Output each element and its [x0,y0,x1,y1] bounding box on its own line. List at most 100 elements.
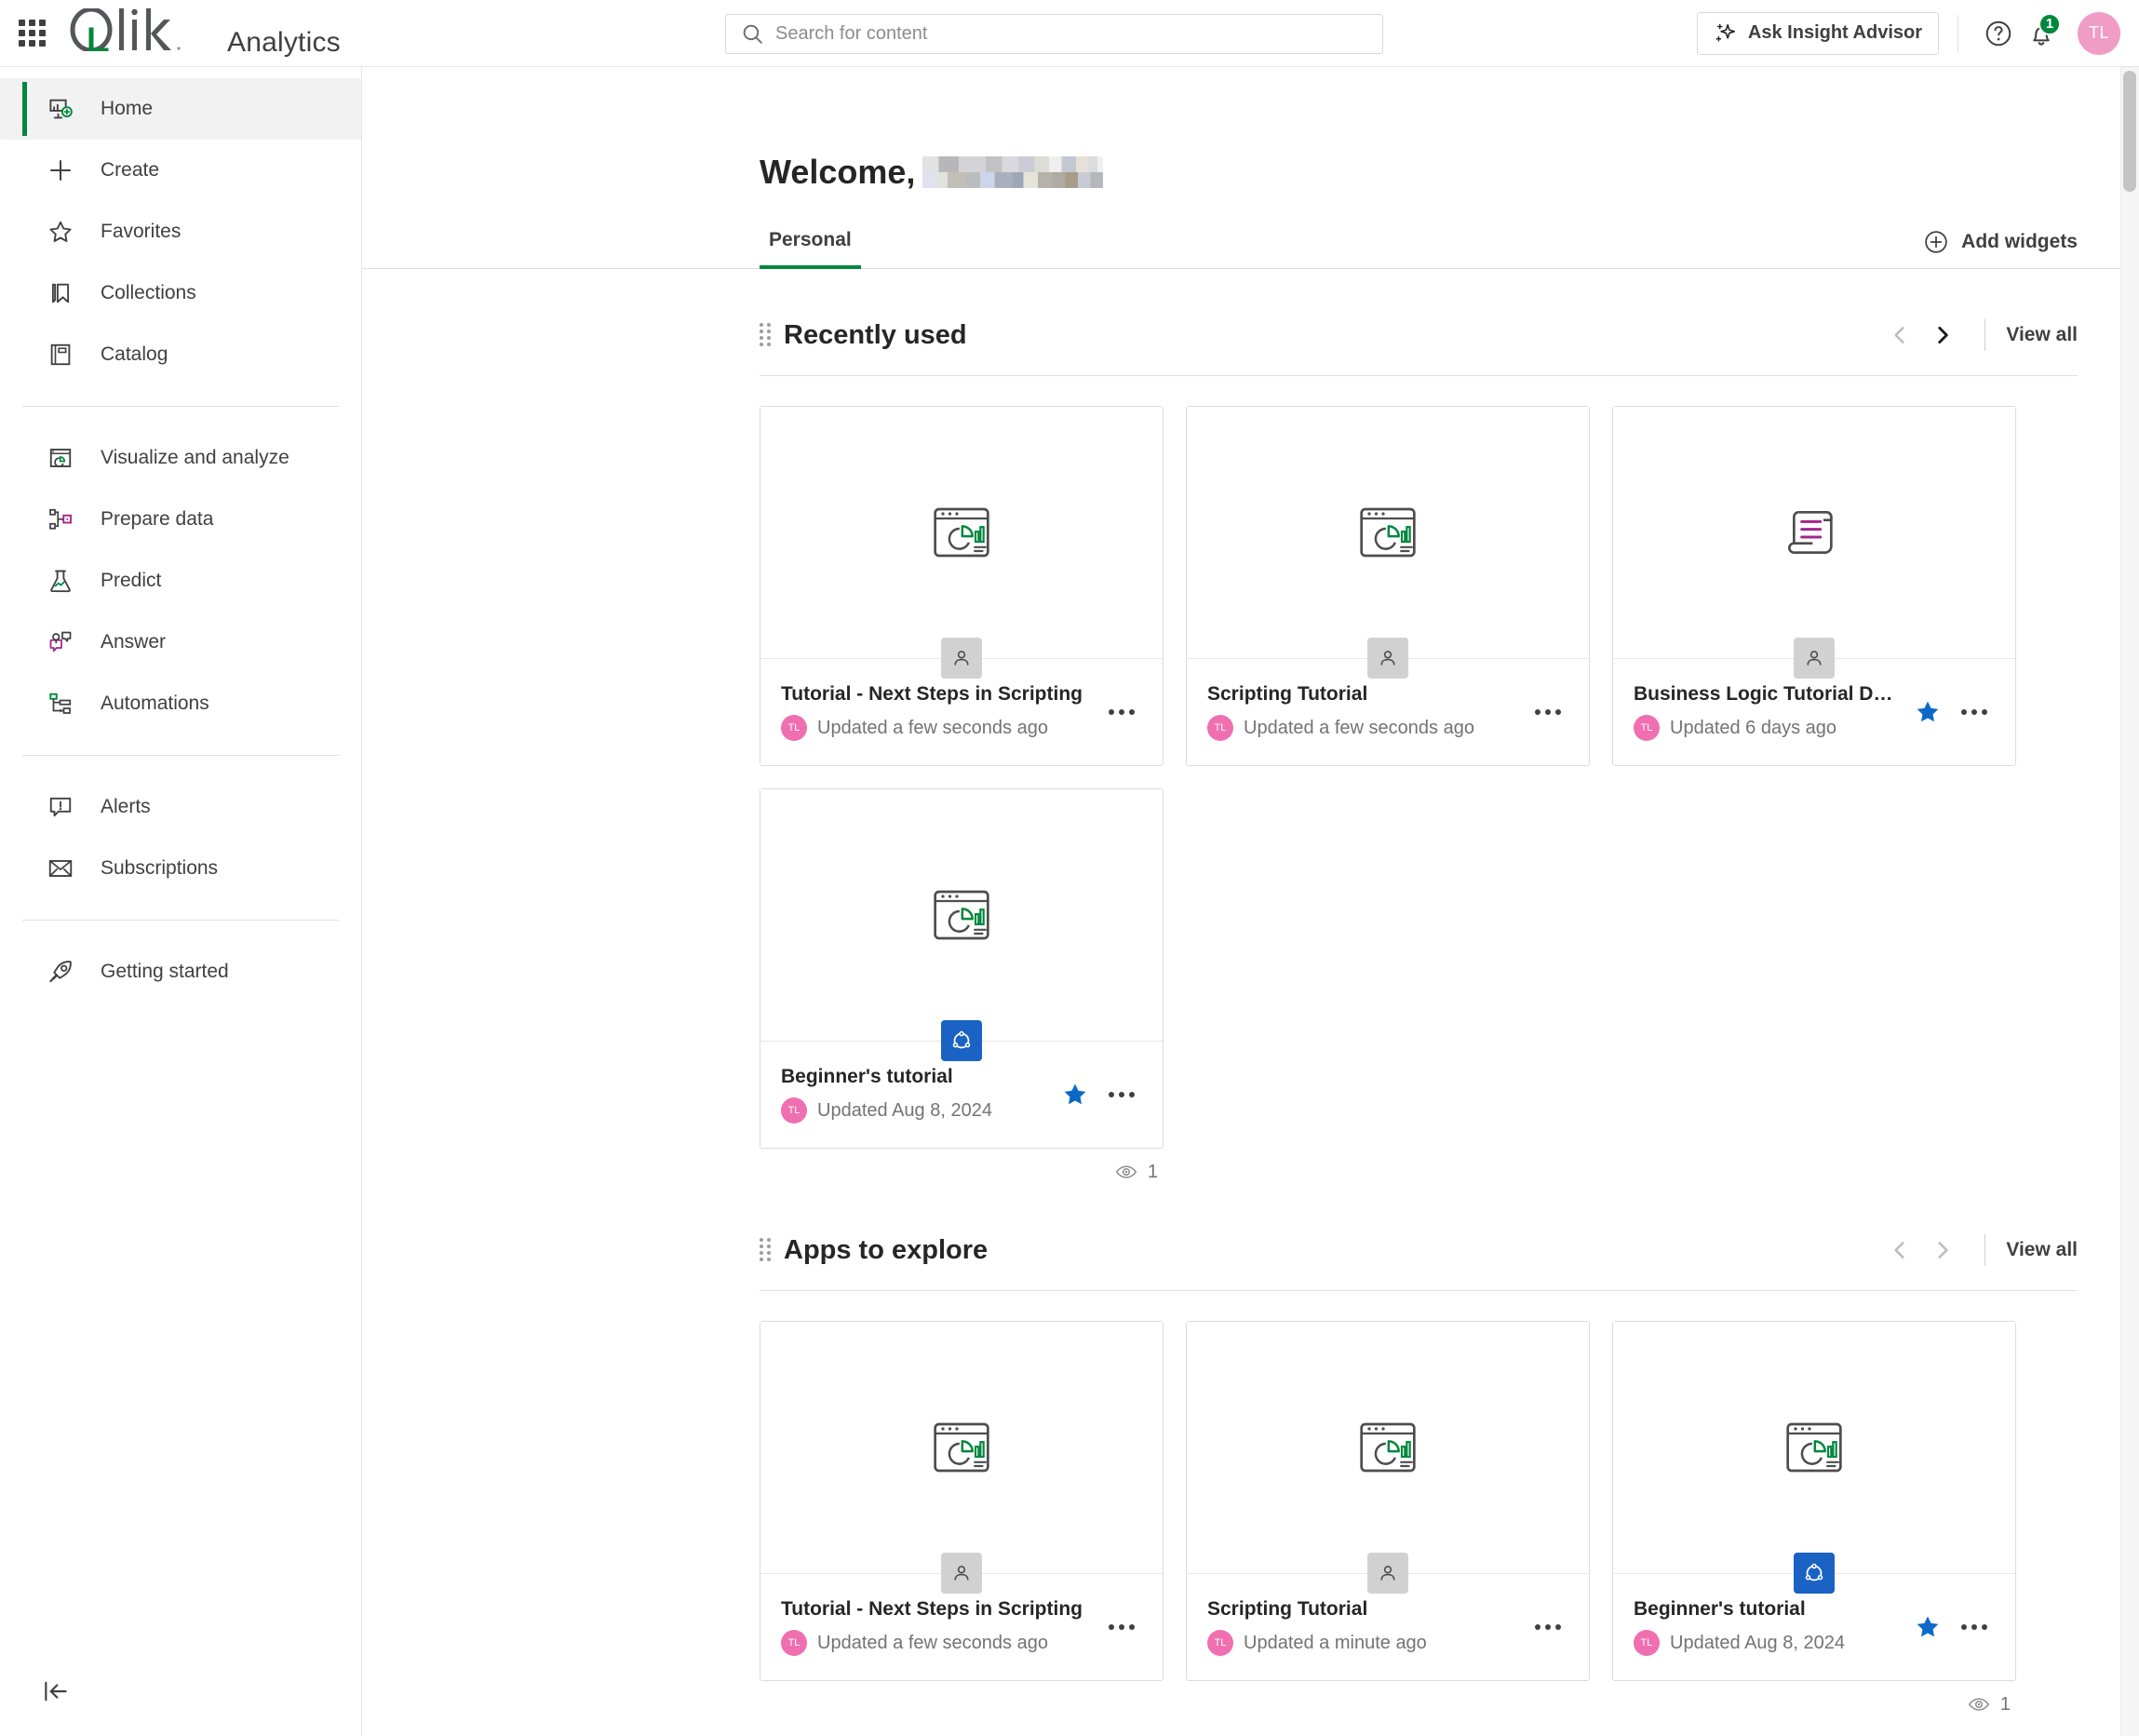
app-card[interactable]: Beginner's tutorial TL Updated Aug 8, 20… [760,788,1164,1149]
favorite-star-button[interactable] [1907,1607,1948,1648]
view-all-link[interactable]: View all [2006,324,2078,346]
card-updated: Updated a few seconds ago [817,1632,1048,1653]
sheet-person-icon [1794,638,1835,679]
app-card[interactable]: Beginner's tutorial TL Updated Aug 8, 20… [1612,1321,2016,1681]
sidebar-item-label: Subscriptions [101,857,219,879]
topbar-divider [1957,14,1958,52]
section-actions: View all [1878,314,2078,357]
card-text: Beginner's tutorial TL Updated Aug 8, 20… [1634,1598,1900,1656]
sidebar-item-label: Predict [101,570,162,591]
sidebar-item-visualize-and-analyze[interactable]: Visualize and analyze [0,427,361,489]
sidebar-divider [22,920,339,921]
sidebar-item-home[interactable]: Home [0,78,361,140]
drag-handle-icon[interactable] [760,323,771,347]
card-meta: TL Updated a few seconds ago [1207,715,1520,741]
alert-bubble-icon [45,791,76,823]
sidebar-item-catalog[interactable]: Catalog [0,324,361,385]
chevron-left-icon [1894,327,1904,343]
sidebar-item-favorites[interactable]: Favorites [0,201,361,262]
sidebar-item-prepare-data[interactable]: Prepare data [0,489,361,550]
sidebar-item-subscriptions[interactable]: Subscriptions [0,838,361,899]
views-count: 1 [1147,1161,1158,1182]
more-options-icon[interactable] [1101,1607,1142,1648]
app-card[interactable]: Scripting Tutorial TL Updated a few seco… [1186,406,1590,766]
carousel-prev-button[interactable] [1878,1229,1921,1272]
sidebar-item-label: Getting started [101,961,229,982]
chevron-right-icon [1938,327,1949,343]
user-avatar[interactable]: TL [2078,11,2120,55]
more-options-icon[interactable] [1101,692,1142,733]
card-title: Business Logic Tutorial Data Prep [1634,683,1900,705]
card-actions [1055,1074,1142,1115]
star-filled-icon [1917,1616,1939,1637]
card-text: Beginner's tutorial TL Updated Aug 8, 20… [781,1066,1047,1124]
app-card[interactable]: Business Logic Tutorial Data Prep TL Upd… [1612,406,2016,766]
view-all-link[interactable]: View all [2006,1239,2078,1261]
sheet-person-icon [941,638,982,679]
card-text: Tutorial - Next Steps in Scripting TL Up… [781,683,1094,741]
app-card[interactable]: Tutorial - Next Steps in Scripting TL Up… [760,1321,1164,1681]
plus-circle-icon [1925,231,1947,253]
tab-personal[interactable]: Personal [760,229,861,269]
search-icon [743,24,762,44]
more-options-icon[interactable] [1954,1607,1995,1648]
qlik-published-icon [1794,1553,1835,1594]
add-widgets-button[interactable]: Add widgets [1923,229,2078,268]
app-card[interactable]: Scripting Tutorial TL Updated a minute a… [1186,1321,1590,1681]
vertical-scrollbar[interactable] [2120,67,2139,1736]
card-meta: TL Updated a few seconds ago [781,1630,1094,1656]
favorite-star-button[interactable] [1055,1074,1096,1115]
collapse-panel-icon[interactable] [35,1671,76,1712]
favorite-star-button[interactable] [1907,692,1948,733]
card-updated: Updated a few seconds ago [817,717,1048,738]
more-options-icon[interactable] [1101,1074,1142,1115]
card-meta: TL Updated a minute ago [1207,1630,1520,1656]
scrollbar-thumb[interactable] [2123,71,2136,192]
sidebar-item-collections[interactable]: Collections [0,262,361,324]
sidebar-item-label: Favorites [101,221,182,242]
owner-avatar: TL [1634,715,1660,741]
card-wrapper: Beginner's tutorial TL Updated Aug 8, 20… [760,788,1164,1184]
sidebar-item-alerts[interactable]: Alerts [0,776,361,838]
help-button[interactable] [1977,12,2020,55]
welcome-greeting: Welcome, [760,153,916,191]
sidebar-item-predict[interactable]: Predict [0,550,361,612]
card-wrapper: Tutorial - Next Steps in Scripting TL Up… [760,406,1164,766]
more-options-icon[interactable] [1954,692,1995,733]
qlik-logo [70,7,181,51]
envelope-icon [45,853,76,884]
card-wrapper: Tutorial - Next Steps in Scripting TL Up… [760,1321,1164,1716]
card-thumbnail [760,789,1163,1061]
owner-avatar: TL [1207,715,1233,741]
sidebar-item-getting-started[interactable]: Getting started [0,941,361,1003]
card-wrapper: Scripting Tutorial TL Updated a few seco… [1186,406,1590,766]
sidebar-item-automations[interactable]: Automations [0,673,361,734]
flask-icon [45,565,76,597]
app-chart-window-icon [1360,1422,1416,1473]
search-box[interactable] [725,14,1383,54]
card-title: Scripting Tutorial [1207,683,1368,705]
app-card[interactable]: Tutorial - Next Steps in Scripting TL Up… [760,406,1164,766]
section-apps-to-explore: Apps to explore View all Tutorial - Next… [362,1229,2139,1716]
more-options-icon[interactable] [1527,692,1568,733]
apps-grid-icon[interactable] [17,19,47,48]
sidebar-item-answer[interactable]: Answer [0,612,361,673]
owner-avatar: TL [781,715,807,741]
carousel-prev-button[interactable] [1878,314,1921,357]
search-input[interactable] [775,15,1382,53]
app-chart-window-icon [934,890,989,940]
drag-handle-icon[interactable] [760,1238,771,1262]
carousel-next-button[interactable] [1921,314,1964,357]
sheet-person-icon [941,1553,982,1594]
card-thumbnail [1613,407,2015,679]
owner-avatar: TL [1207,1630,1233,1656]
carousel-next-button[interactable] [1921,1229,1964,1272]
chevron-right-icon [1938,1242,1948,1258]
page-title: Welcome, [362,67,2139,192]
more-options-icon[interactable] [1527,1607,1568,1648]
brand[interactable]: Analytics [67,7,341,59]
ask-insight-advisor-button[interactable]: Ask Insight Advisor [1696,11,1939,55]
sidebar-item-create[interactable]: Create [0,140,361,201]
notifications-button[interactable]: 1 [2020,12,2063,55]
card-wrapper: Scripting Tutorial TL Updated a minute a… [1186,1321,1590,1716]
